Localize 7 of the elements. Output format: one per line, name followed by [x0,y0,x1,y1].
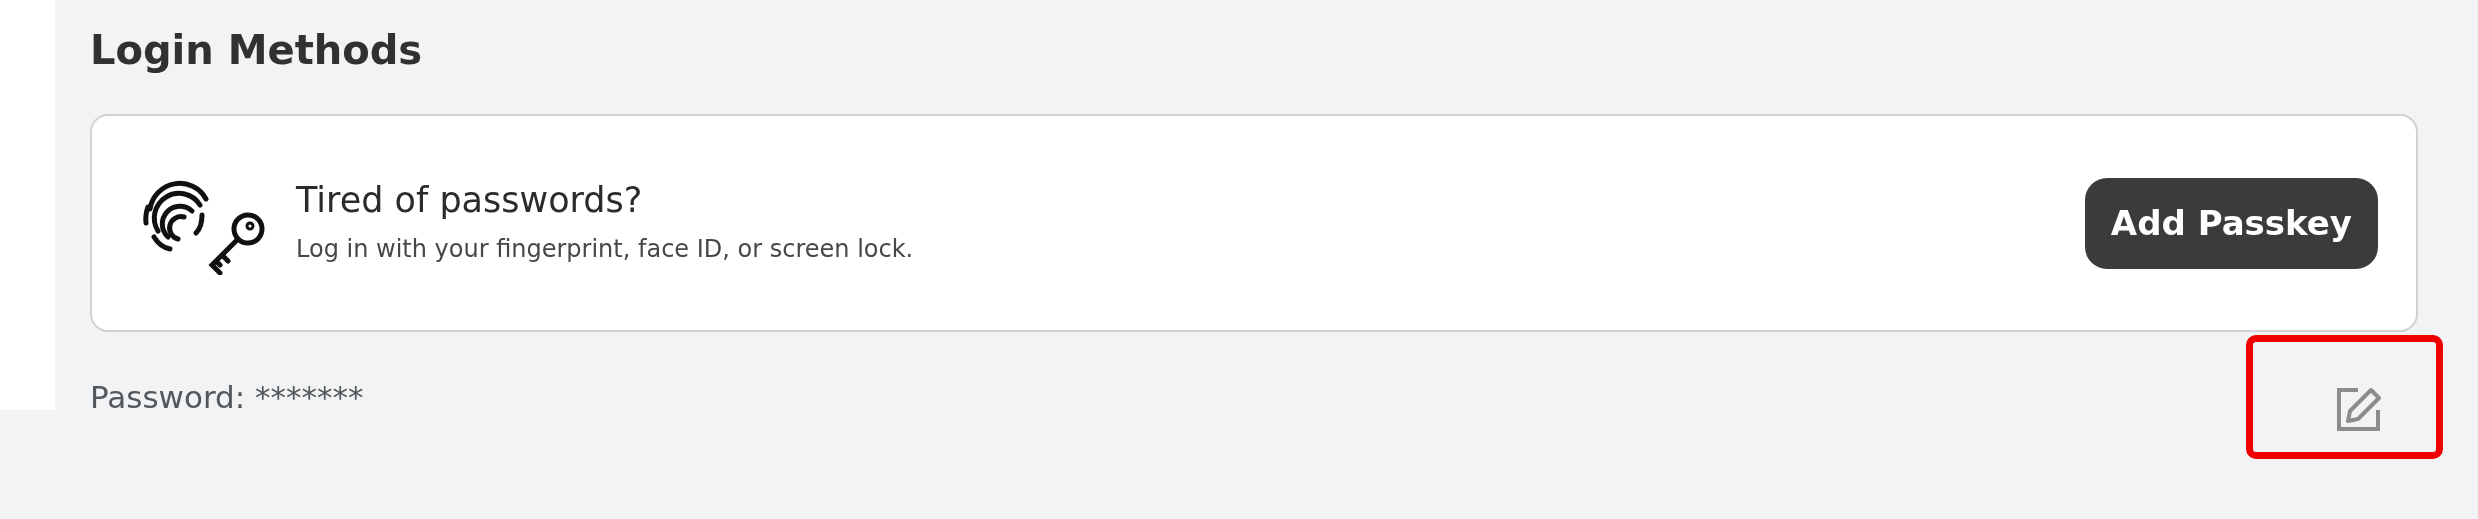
section-title: Login Methods [90,26,424,75]
edit-icon [2336,386,2382,432]
add-passkey-button[interactable]: Add Passkey [2084,177,2378,269]
edit-button[interactable] [2246,335,2443,459]
password-label: Password: ******* [90,377,364,417]
card-description: Log in with your fingerprint, face ID, or screen lock. [296,234,915,265]
card-title: Tired of passwords? [296,179,644,221]
